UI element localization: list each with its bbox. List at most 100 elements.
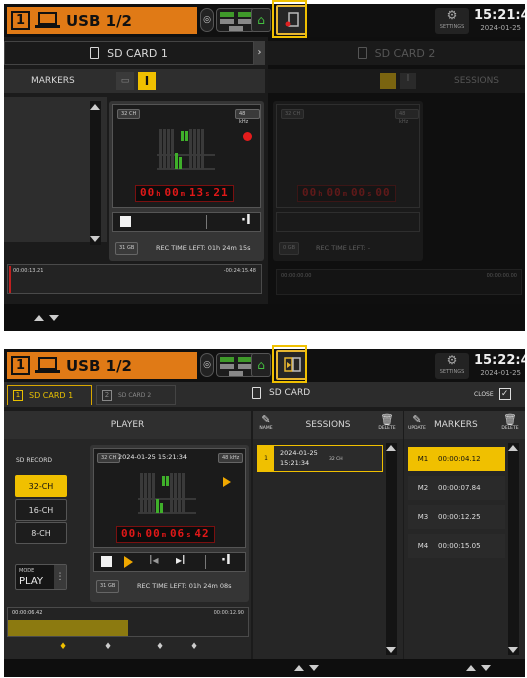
folder-icon[interactable]: ▭ xyxy=(116,72,134,90)
scroll-up-icon[interactable] xyxy=(386,445,396,451)
page-down-icon[interactable] xyxy=(309,665,319,671)
recorder-display: 32 CH 48 kHz 00 h 00 m 13 s 21 xyxy=(112,104,261,208)
clock-time: 15:22:46 xyxy=(474,353,525,368)
timeline[interactable]: 00:00:13.21 -00:24:15.48 xyxy=(7,264,262,294)
delete-session-button[interactable]: 🗑 DELETE xyxy=(377,414,397,432)
timeline-start: 00:00:13.21 xyxy=(13,268,44,274)
session-item[interactable]: 1 2024-01-25 15:21:34 32 CH xyxy=(257,445,383,472)
delete-marker-button[interactable]: 🗑 DELETE xyxy=(500,414,520,432)
recorder-display: 32 CH 2024-01-25 15:21:34 48 kHz 00 h 00 m… xyxy=(93,448,246,548)
marker-time: 00:00:12.25 xyxy=(438,513,481,521)
marker-flag-icon[interactable]: ♦ xyxy=(190,642,198,652)
mode-label: MODE xyxy=(19,568,35,574)
page-up-icon[interactable] xyxy=(294,665,304,671)
mode-button[interactable]: MODE PLAY ⋮ xyxy=(15,564,67,590)
timeline-end: -00:24:15.48 xyxy=(223,268,256,274)
channel-option-32[interactable]: 32-CH xyxy=(15,475,67,497)
elapsed-time-display: 00 h 00 m 00 s 00 xyxy=(297,185,396,202)
markers-scrollbar[interactable] xyxy=(508,443,519,655)
session-date: 2024-01-25 xyxy=(280,449,318,457)
sd-card-2-title: SD CARD 2 xyxy=(374,46,436,60)
tab-sd-card-1[interactable]: 1 SD CARD 1 xyxy=(7,385,92,405)
marker-row-m2[interactable]: M2 00:00:07.84 xyxy=(408,476,505,500)
stop-button[interactable] xyxy=(120,216,131,227)
marker-icon[interactable]: I xyxy=(138,72,156,90)
player-title: PLAYER xyxy=(4,411,251,439)
markers-header: MARKERS ▭ I xyxy=(4,69,265,93)
tab-sd-card-2[interactable]: 2 SD CARD 2 xyxy=(96,385,176,405)
scroll-up-icon[interactable] xyxy=(508,445,518,451)
capacity-badge: 31 GB xyxy=(115,242,139,255)
markers-title: MARKERS xyxy=(434,420,478,430)
next-marker-button[interactable]: ▸I xyxy=(176,553,186,567)
sample-rate-badge: 48 kHz xyxy=(235,109,260,125)
channels-badge: 32 CH xyxy=(117,109,141,119)
play-indicator-icon xyxy=(223,477,231,487)
marker-icon[interactable]: I xyxy=(400,73,416,89)
chevron-right-icon[interactable]: › xyxy=(254,41,265,65)
highlight-frame xyxy=(272,345,307,383)
laptop-icon xyxy=(35,357,60,374)
channel-option-8[interactable]: 8-CH xyxy=(15,522,67,544)
usb-meter[interactable] xyxy=(216,353,256,377)
settings-label: SETTINGS xyxy=(439,24,465,30)
session-channels: 32 CH xyxy=(329,457,343,462)
session-number: 1 xyxy=(258,446,274,471)
lock-icon[interactable]: ⌂ xyxy=(251,8,271,32)
add-marker-button[interactable]: ·I xyxy=(221,553,231,568)
marker-row-m4[interactable]: M4 00:00:15.05 xyxy=(408,534,505,558)
tab-number: 2 xyxy=(102,389,112,401)
previous-marker-button[interactable]: I◂ xyxy=(149,553,159,567)
timeline-start: 00:00:00.00 xyxy=(281,273,312,279)
play-button[interactable] xyxy=(124,556,133,568)
page-up-icon[interactable] xyxy=(34,315,44,321)
session-datetime: 2024-01-25 15:21:34 xyxy=(118,453,188,461)
add-marker-button[interactable]: ·I xyxy=(241,213,251,228)
stop-button[interactable] xyxy=(101,556,112,567)
markers-label: MARKERS xyxy=(31,76,75,86)
page-down-icon[interactable] xyxy=(49,315,59,321)
page-down-icon[interactable] xyxy=(481,665,491,671)
timeline-end: 00:00:00.00 xyxy=(486,273,517,279)
marker-flag-icon[interactable]: ♦ xyxy=(59,642,67,652)
channel-option-16[interactable]: 16-CH xyxy=(15,499,67,521)
usb-meter[interactable] xyxy=(216,8,256,32)
settings-label: SETTINGS xyxy=(439,369,465,375)
scroll-down-icon[interactable] xyxy=(508,647,518,653)
timeline-2[interactable]: 00:00:00.00 00:00:00.00 xyxy=(276,269,522,295)
scroll-down-icon[interactable] xyxy=(386,647,396,653)
markers-scrollbar[interactable] xyxy=(90,101,101,245)
settings-button[interactable]: ⚙ SETTINGS xyxy=(435,353,469,379)
tab-label: SD CARD 1 xyxy=(29,391,74,400)
marker-id: M4 xyxy=(417,542,429,550)
timeline[interactable]: 00:00:06.42 00:00:12.90 xyxy=(7,607,249,637)
screen-recorder-overview: 1 USB 1/2 ◎ ⌂ ⚙ SETTINGS 15:21:48 2024-0… xyxy=(4,4,525,331)
channels-badge: 32 CH xyxy=(97,453,121,463)
bottom-bar xyxy=(4,304,525,331)
elapsed-time-display: 00 h 00 m 06 s 42 xyxy=(116,526,215,543)
recorder-panel-2: 32 CH 48 kHz 00 h 00 m 00 s 00 0 GB REC TIM… xyxy=(273,101,423,261)
timeline-end: 00:00:12.90 xyxy=(213,610,244,616)
marker-id: M1 xyxy=(417,455,429,463)
sd-card-1-header[interactable]: SD CARD 1 xyxy=(4,41,254,65)
update-marker-button[interactable]: ✎ UPDATE xyxy=(406,414,428,432)
scroll-up-icon[interactable] xyxy=(90,104,100,110)
usb-source-button[interactable]: 1 USB 1/2 xyxy=(7,352,197,379)
marker-row-m3[interactable]: M3 00:00:12.25 xyxy=(408,505,505,529)
scroll-down-icon[interactable] xyxy=(90,236,100,242)
gear-icon: ⚙ xyxy=(446,8,458,22)
folder-icon[interactable] xyxy=(380,73,396,89)
tab-number: 1 xyxy=(13,390,23,401)
lock-icon[interactable]: ⌂ xyxy=(251,353,271,377)
marker-flag-icon[interactable]: ♦ xyxy=(156,642,164,652)
sd-record-label: SD RECORD xyxy=(16,457,52,464)
marker-row-m1[interactable]: M1 00:00:04.12 xyxy=(408,447,505,471)
page-up-icon[interactable] xyxy=(466,665,476,671)
close-button[interactable]: CLOSE ✓ xyxy=(474,388,511,400)
usb-source-button[interactable]: 1 USB 1/2 xyxy=(7,7,197,34)
marker-time: 00:00:15.05 xyxy=(438,542,481,550)
sd-card-2-header[interactable]: SD CARD 2 xyxy=(268,41,525,65)
marker-flag-icon[interactable]: ♦ xyxy=(104,642,112,652)
sessions-scrollbar[interactable] xyxy=(386,443,397,655)
settings-button[interactable]: ⚙ SETTINGS xyxy=(435,8,469,34)
